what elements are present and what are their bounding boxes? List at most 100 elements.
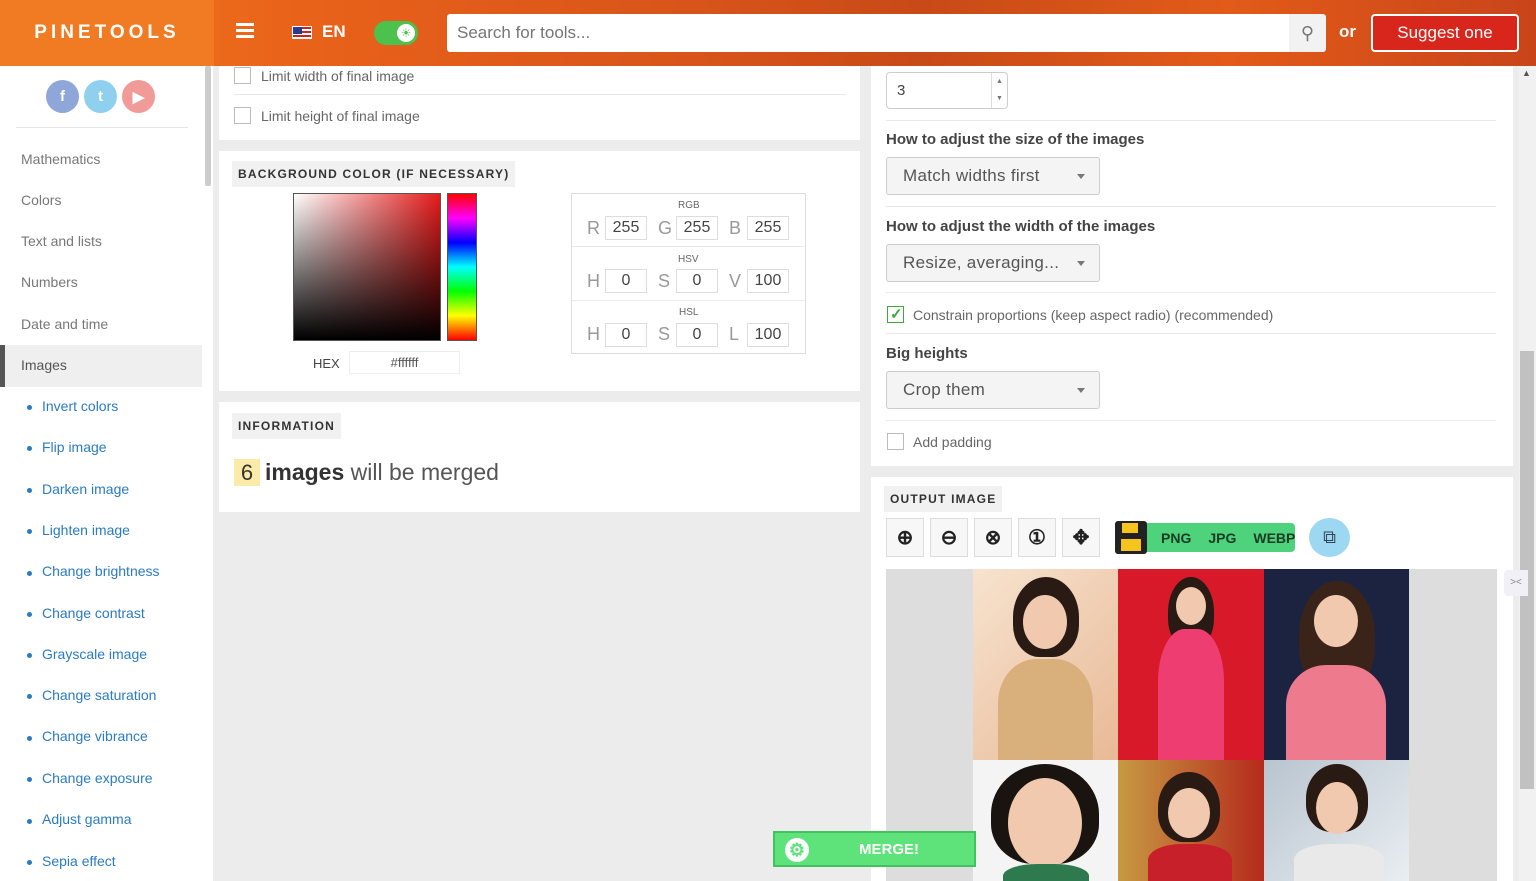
limit-height-label: Limit height of final image: [261, 108, 420, 124]
images-word: images: [265, 459, 345, 485]
format-buttons: PNG JPG WEBP: [1147, 523, 1295, 552]
limit-height-checkbox[interactable]: [234, 107, 251, 124]
sidebar-item-date-and-time[interactable]: Date and time: [21, 316, 108, 332]
spinner-arrows-icon[interactable]: ▲ ▼: [991, 73, 1007, 108]
sidebar: f t ▶ Mathematics Colors Text and lists …: [0, 66, 213, 881]
sidebar-subitem-sepia-effect[interactable]: Sepia effect: [42, 853, 116, 869]
sidebar-subitem-change-brightness[interactable]: Change brightness: [42, 563, 160, 579]
size-label: How to adjust the size of the images: [886, 131, 1145, 148]
sidebar-subitem-flip-image[interactable]: Flip image: [42, 439, 107, 455]
hsl-label: HSL: [679, 307, 699, 318]
hsl-h-input[interactable]: 0: [605, 323, 647, 347]
jpg-button[interactable]: JPG: [1208, 530, 1236, 546]
hsl-s-input[interactable]: 0: [676, 323, 718, 347]
sidebar-subitem-invert-colors[interactable]: Invert colors: [42, 398, 118, 414]
g-letter: G: [658, 218, 673, 238]
theme-toggle[interactable]: ☀: [374, 21, 418, 45]
b-letter: B: [729, 218, 742, 238]
b-input[interactable]: 255: [747, 216, 789, 240]
suggest-button[interactable]: Suggest one: [1371, 14, 1519, 52]
limit-width-checkbox[interactable]: [234, 67, 251, 84]
search-input[interactable]: [447, 14, 1289, 52]
sidebar-subitem-change-exposure[interactable]: Change exposure: [42, 770, 153, 786]
divider: [16, 127, 188, 128]
scroll-up-icon[interactable]: ▲: [1522, 68, 1531, 78]
s-letter: S: [658, 271, 671, 291]
sidebar-subitem-grayscale-image[interactable]: Grayscale image: [42, 646, 147, 662]
zoom-actual-icon[interactable]: ①: [1018, 518, 1056, 557]
r-letter: R: [587, 218, 600, 238]
social-links: f t ▶: [46, 80, 155, 113]
sidebar-subitem-lighten-image[interactable]: Lighten image: [42, 522, 130, 538]
hsv-s-input[interactable]: 0: [676, 269, 718, 293]
constrain-checkbox[interactable]: [887, 305, 904, 323]
hex-input[interactable]: #ffffff: [349, 351, 460, 374]
zoom-fit-icon[interactable]: ⊗: [974, 518, 1012, 557]
sidebar-subitem-change-contrast[interactable]: Change contrast: [42, 605, 145, 621]
sidebar-item-images[interactable]: Images: [0, 345, 202, 387]
r-input[interactable]: 255: [605, 216, 647, 240]
hex-label: HEX: [313, 356, 340, 371]
menu-icon[interactable]: [236, 23, 254, 39]
limit-width-label: Limit width of final image: [261, 68, 415, 84]
sidebar-subitem-change-vibrance[interactable]: Change vibrance: [42, 728, 148, 744]
add-padding-checkbox[interactable]: [887, 433, 904, 450]
merge-button[interactable]: ⚙ MERGE!: [773, 831, 976, 867]
sidebar-subitem-adjust-gamma[interactable]: Adjust gamma: [42, 811, 131, 827]
facebook-icon[interactable]: f: [46, 80, 79, 113]
sidebar-item-colors[interactable]: Colors: [21, 192, 61, 208]
divider: [234, 94, 846, 95]
webp-button[interactable]: WEBP: [1253, 530, 1295, 546]
bullet: [27, 860, 32, 865]
sidebar-scrollbar[interactable]: [205, 66, 211, 186]
hsv-h-input[interactable]: 0: [605, 269, 647, 293]
big-heights-select[interactable]: Crop them: [886, 371, 1100, 409]
width-select[interactable]: Resize, averaging...: [886, 244, 1100, 282]
bullet: [27, 488, 32, 493]
sidebar-item-numbers[interactable]: Numbers: [21, 274, 78, 290]
information-text: images will be merged: [265, 459, 499, 486]
background-color-title: BACKGROUND COLOR (IF NECESSARY): [232, 161, 516, 187]
bullet: [27, 736, 32, 741]
information-title: INFORMATION: [232, 413, 341, 439]
merged-photo-3: [1264, 569, 1409, 760]
divider: [572, 246, 805, 247]
h-letter: H: [587, 271, 600, 291]
l-letter: L: [729, 324, 740, 344]
merged-photo-4: [973, 760, 1118, 881]
move-icon[interactable]: ✥: [1062, 518, 1100, 557]
or-label: or: [1339, 22, 1356, 41]
size-select[interactable]: Match widths first: [886, 157, 1100, 195]
hsl-l-input[interactable]: 100: [747, 323, 789, 347]
twitter-icon[interactable]: t: [84, 80, 117, 113]
language-selector[interactable]: EN: [322, 22, 346, 42]
zoom-in-icon[interactable]: ⊕: [886, 518, 924, 557]
sidebar-subitem-change-saturation[interactable]: Change saturation: [42, 687, 156, 703]
rgb-label: RGB: [678, 200, 700, 211]
sidebar-item-mathematics[interactable]: Mathematics: [21, 151, 100, 167]
png-button[interactable]: PNG: [1161, 530, 1191, 546]
columns-value: 3: [897, 82, 906, 99]
us-flag-icon[interactable]: [292, 26, 312, 39]
saturation-value-picker[interactable]: [293, 193, 441, 341]
hsv-label: HSV: [678, 254, 699, 265]
copy-icon[interactable]: ⧉: [1309, 518, 1350, 557]
logo-text[interactable]: PINETOOLS: [34, 22, 179, 44]
sidebar-subitem-darken-image[interactable]: Darken image: [42, 481, 129, 497]
logo[interactable]: PINETOOLS: [0, 0, 214, 66]
search-icon[interactable]: ⚲: [1289, 14, 1326, 52]
hue-slider[interactable]: [447, 193, 477, 341]
hsv-v-input[interactable]: 100: [747, 269, 789, 293]
s-letter: S: [658, 324, 671, 344]
columns-spinner[interactable]: 3 ▲ ▼: [886, 72, 1008, 109]
expand-panel-icon[interactable]: ><: [1504, 570, 1528, 596]
sidebar-item-text-and-lists[interactable]: Text and lists: [21, 233, 102, 249]
divider: [572, 300, 805, 301]
save-icon[interactable]: [1115, 521, 1147, 554]
zoom-out-icon[interactable]: ⊖: [930, 518, 968, 557]
merge-suffix: will be merged: [350, 459, 499, 485]
bullet: [27, 653, 32, 658]
constrain-label: Constrain proportions (keep aspect radio…: [913, 307, 1274, 323]
g-input[interactable]: 255: [676, 216, 718, 240]
youtube-icon[interactable]: ▶: [122, 80, 155, 113]
